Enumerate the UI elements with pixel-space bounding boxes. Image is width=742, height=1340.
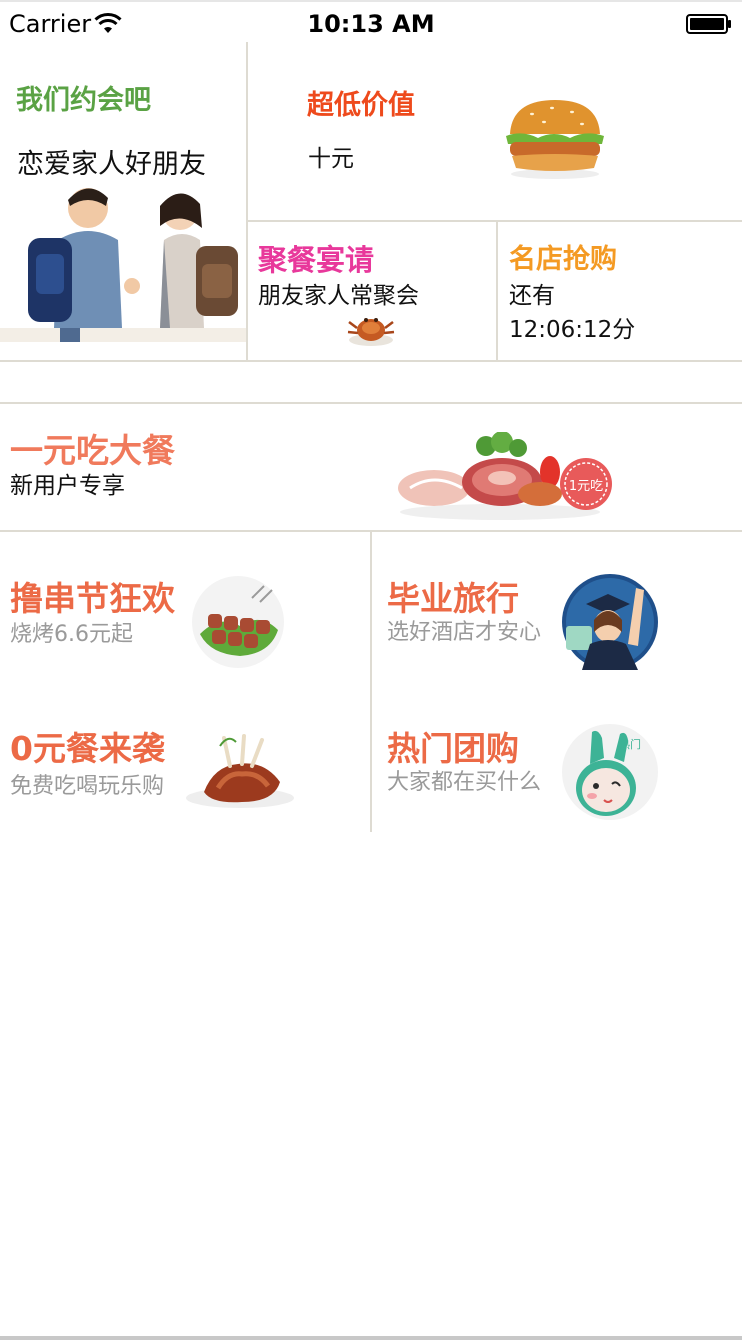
countdown-timer: 12:06:12分	[509, 317, 636, 343]
divider	[496, 220, 498, 362]
meat-platter-icon: 1元吃	[398, 432, 612, 520]
bbq-subtitle: 烧烤6.6元起	[10, 622, 133, 647]
dating-title: 我们约会吧	[16, 85, 151, 116]
graduate-icon	[562, 574, 658, 670]
dating-subtitle: 恋爱家人好朋友	[17, 149, 206, 180]
status-bar: Carrier 10:13 AM	[0, 0, 742, 42]
graduation-title: 毕业旅行	[387, 579, 519, 618]
bottom-edge	[0, 1336, 742, 1340]
banner-subtitle: 新用户专享	[10, 473, 125, 499]
ribs-icon	[186, 734, 294, 808]
free-meal-title: 0元餐来袭	[10, 729, 165, 768]
divider	[0, 360, 742, 362]
free-meal-subtitle: 免费吃喝玩乐购	[10, 774, 165, 799]
burger-icon	[506, 100, 604, 179]
skewers-icon	[192, 576, 284, 668]
couple-photo-icon	[0, 188, 246, 342]
hot-group-subtitle: 大家都在买什么	[387, 770, 542, 795]
status-time: 10:13 AM	[307, 10, 435, 38]
low-price-title: 超低价值	[307, 90, 415, 121]
crab-icon	[347, 318, 395, 346]
famous-store-title: 名店抢购	[509, 244, 617, 275]
mascot-icon: 热门	[562, 724, 658, 820]
remaining-label: 还有	[509, 283, 555, 309]
low-price-subtitle: 十元	[308, 146, 354, 172]
divider	[370, 530, 372, 832]
graduation-subtitle: 选好酒店才安心	[387, 620, 542, 645]
bbq-title: 撸串节狂欢	[10, 579, 175, 618]
divider	[246, 220, 742, 222]
hot-group-title: 热门团购	[387, 729, 519, 768]
gathering-subtitle: 朋友家人常聚会	[258, 283, 419, 309]
banner-title: 一元吃大餐	[10, 431, 175, 470]
hot-badge: 热门	[619, 737, 641, 751]
battery-icon	[686, 14, 731, 34]
banner-badge: 1元吃	[569, 478, 603, 494]
gathering-title: 聚餐宴请	[258, 243, 375, 277]
divider	[246, 42, 248, 362]
divider	[0, 402, 742, 404]
